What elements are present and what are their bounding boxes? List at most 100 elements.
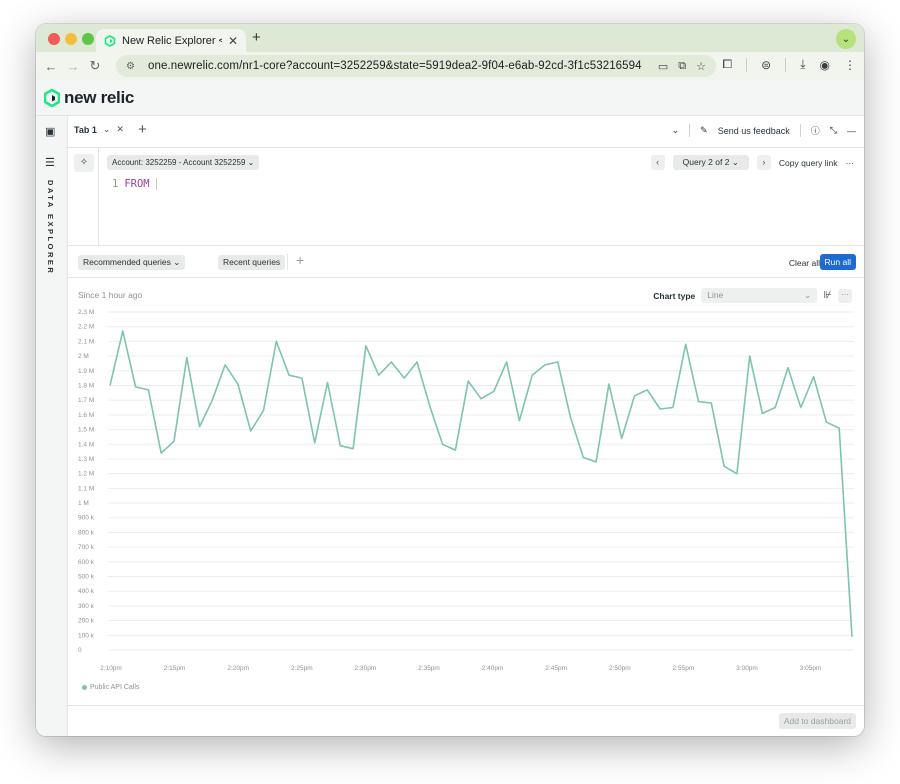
y-tick-label: 300 k — [78, 603, 95, 610]
query-editor: ✧ Account: 3252259 - Account 3252259 ⌄ 1… — [68, 148, 864, 246]
app-header: new relic — [36, 80, 864, 116]
copy-query-link[interactable]: Copy query link — [779, 158, 838, 168]
chart-type-label: Chart type — [653, 290, 696, 301]
x-tick-label: 2:55pm — [673, 665, 695, 672]
chevron-down-icon[interactable]: ⌄ — [103, 124, 111, 135]
address-bar[interactable]: ⚙ one.newrelic.com/nr1-core?account=3252… — [116, 55, 716, 77]
y-tick-label: 100 k — [78, 632, 95, 639]
x-tick-label: 2:10pm — [100, 665, 122, 672]
forward-arrow-icon[interactable]: → — [62, 59, 84, 74]
site-settings-icon[interactable]: ⚙ — [126, 61, 142, 72]
query-actions-row: Recommended queries ⌄ Recent queries + C… — [68, 246, 864, 278]
browser-tab-title: New Relic Explorer < New Rel — [122, 34, 222, 47]
collapse-icon[interactable]: ⤡ — [830, 125, 837, 136]
feedback-link[interactable]: Send us feedback — [718, 126, 790, 136]
account-selector[interactable]: Account: 3252259 - Account 3252259 ⌄ — [107, 155, 260, 170]
close-icon[interactable]: ✕ — [116, 124, 124, 135]
y-tick-label: 200 k — [78, 618, 95, 625]
help-icon[interactable]: ⓘ — [811, 124, 820, 137]
y-tick-label: 600 k — [78, 559, 95, 566]
chart-type-select[interactable]: Line ⌄ — [701, 288, 818, 303]
y-tick-label: 1.6 M — [78, 412, 94, 419]
download-icon[interactable]: ⤓ — [800, 57, 805, 72]
y-tick-label: 1.5 M — [78, 427, 94, 434]
bottom-bar: Add to dashboard — [68, 705, 864, 736]
run-all-button[interactable]: Run all — [819, 254, 856, 270]
previous-query-icon[interactable]: ‹ — [650, 155, 665, 170]
chevron-down-icon[interactable]: ⌄ — [672, 125, 680, 136]
url-text[interactable]: one.newrelic.com/nr1-core?account=325225… — [148, 60, 658, 72]
logo-text: new relic — [64, 88, 135, 107]
back-arrow-icon[interactable]: ← — [40, 59, 62, 74]
y-tick-label: 500 k — [78, 574, 95, 581]
query-line[interactable]: 1 FROM — [112, 178, 157, 190]
explorer-tab-row: Tab 1 ⌄ ✕ + ⌄ ✎ Send us feedback ⓘ ⤡ — — [68, 116, 864, 148]
chart-legend: Public API Calls — [82, 684, 139, 691]
y-tick-label: 900 k — [78, 515, 95, 522]
add-tab-button[interactable]: + — [138, 121, 147, 138]
recommended-queries-button[interactable]: Recommended queries ⌄ — [78, 255, 186, 270]
text-cursor — [155, 178, 157, 190]
y-tick-label: 1.7 M — [78, 397, 94, 404]
new-relic-logo[interactable]: new relic — [44, 88, 134, 108]
query-keyword[interactable]: FROM — [124, 178, 149, 190]
bookmark-star-icon[interactable]: ☆ — [696, 60, 706, 73]
vpn-icon[interactable]: ⊜ — [761, 58, 771, 72]
x-tick-label: 2:40pm — [482, 665, 504, 672]
chart-type-control: Chart type Line ⌄ ⊮ ··· — [653, 288, 852, 303]
browser-window: New Relic Explorer < New Rel ✕ + ⌄ ← → ↻… — [36, 24, 864, 736]
clear-all-button[interactable]: Clear all — [789, 258, 820, 268]
minimize-window-button[interactable] — [65, 33, 77, 45]
reload-icon[interactable]: ↻ — [84, 58, 106, 74]
y-tick-label: 700 k — [78, 544, 95, 551]
y-tick-label: 800 k — [78, 529, 95, 536]
query-selector[interactable]: Query 2 of 2 ⌄ — [672, 155, 749, 170]
toolbar-divider — [746, 57, 748, 72]
y-tick-label: 1.9 M — [78, 368, 94, 375]
more-options-icon[interactable]: ··· — [838, 288, 852, 303]
recent-queries-button[interactable]: Recent queries — [218, 255, 286, 270]
data-explorer-label[interactable]: DATA EXPLORER — [46, 180, 55, 275]
left-rail: ▣ ☰ DATA EXPLORER — [36, 116, 68, 736]
y-tick-label: 1.2 M — [78, 471, 94, 478]
chart-settings-icon[interactable]: ⊮ — [823, 290, 832, 301]
browser-tab[interactable]: New Relic Explorer < New Rel ✕ — [96, 29, 246, 52]
cast-icon[interactable]: ▭ — [658, 60, 668, 73]
time-range-label: Since 1 hour ago — [78, 290, 143, 300]
new-relic-logo-icon — [44, 89, 60, 107]
close-icon[interactable]: ✕ — [228, 34, 238, 48]
x-tick-label: 2:45pm — [545, 665, 567, 672]
tab-label[interactable]: Tab 1 — [74, 125, 97, 135]
next-query-icon[interactable]: › — [756, 155, 771, 170]
divider — [689, 124, 691, 137]
menu-icon[interactable]: ⋮ — [844, 58, 856, 72]
tab-1[interactable]: Tab 1 ⌄ ✕ — [74, 124, 124, 135]
chart-panel: Since 1 hour ago Chart type Line ⌄ ⊮ ···… — [68, 278, 864, 704]
feedback-icon[interactable]: ✎ — [700, 125, 708, 136]
extensions-icon[interactable]: ⧠ — [723, 57, 733, 72]
close-window-button[interactable] — [48, 33, 60, 45]
minimize-icon[interactable]: — — [847, 126, 856, 136]
ai-assist-icon[interactable]: ✧ — [74, 154, 94, 172]
database-icon[interactable]: ☰ — [45, 156, 55, 169]
y-tick-label: 2.2 M — [78, 324, 94, 331]
more-options-icon[interactable]: ··· — [846, 158, 855, 168]
add-to-dashboard-button[interactable]: Add to dashboard — [778, 713, 856, 729]
y-tick-label: 1 M — [78, 500, 89, 507]
new-tab-button[interactable]: + — [252, 29, 261, 46]
y-tick-label: 1.8 M — [78, 382, 94, 389]
y-tick-label: 2 M — [78, 353, 89, 360]
account-icon[interactable]: ◉ — [820, 58, 830, 72]
y-tick-label: 1.3 M — [78, 456, 94, 463]
terminal-icon[interactable]: ▣ — [45, 125, 55, 138]
maximize-window-button[interactable] — [82, 33, 94, 45]
legend-label: Public API Calls — [90, 684, 140, 691]
translate-icon[interactable]: ⧉ — [678, 60, 686, 73]
x-tick-label: 3:05pm — [800, 665, 822, 672]
editor-gutter — [98, 148, 99, 246]
chevron-down-icon[interactable]: ⌄ — [836, 29, 856, 49]
add-query-icon[interactable]: + — [296, 252, 304, 268]
y-tick-label: 2.1 M — [78, 338, 94, 345]
divider — [799, 124, 801, 137]
x-tick-label: 2:35pm — [418, 665, 440, 672]
